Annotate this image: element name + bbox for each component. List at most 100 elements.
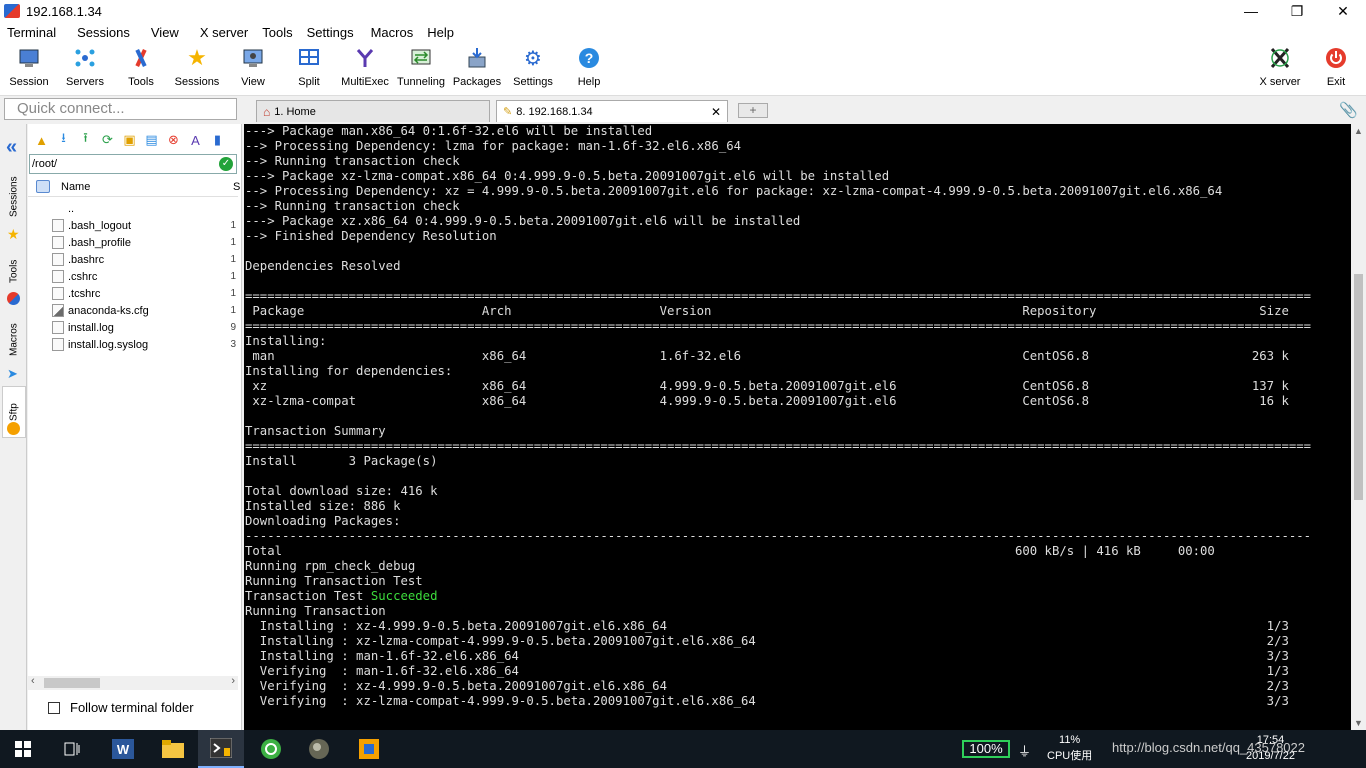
start-button[interactable] xyxy=(0,730,46,768)
folder-icon xyxy=(162,740,184,758)
download-icon[interactable]: ⭳ xyxy=(54,130,73,150)
menu-macros[interactable]: Macros xyxy=(361,25,421,40)
menu-sessions[interactable]: Sessions xyxy=(63,25,137,40)
collapse-panel-icon[interactable]: « xyxy=(6,136,17,159)
split-button[interactable]: Split xyxy=(281,46,337,88)
menu-settings[interactable]: Settings xyxy=(300,25,361,40)
multiexec-icon xyxy=(353,46,377,70)
column-size[interactable]: S xyxy=(233,181,240,193)
delete-icon[interactable]: ⊗ xyxy=(164,131,183,150)
new-folder-icon[interactable]: ▣ xyxy=(120,131,139,150)
terminal-scrollbar[interactable]: ▲ ▼ xyxy=(1351,124,1366,730)
exit-button[interactable]: Exit xyxy=(1308,46,1364,88)
quick-connect-input[interactable]: Quick connect... xyxy=(4,98,237,120)
word-icon: W xyxy=(112,739,134,759)
follow-terminal-folder[interactable]: Follow terminal folder xyxy=(48,700,194,715)
toggle-view-icon[interactable]: ▮ xyxy=(208,131,227,150)
upload-icon[interactable]: ⭱ xyxy=(76,130,95,150)
parent-folder-icon[interactable]: ▲ xyxy=(32,131,51,150)
sessions-button[interactable]: ★ Sessions xyxy=(169,45,225,88)
menu-tools[interactable]: Tools xyxy=(255,25,299,40)
list-item[interactable]: .bashrc 1 xyxy=(28,251,238,268)
side-tab-macros[interactable]: Macros xyxy=(2,318,26,362)
tunneling-button[interactable]: Tunneling xyxy=(393,46,449,88)
session-button[interactable]: Session xyxy=(1,46,57,88)
app-taskbar-item[interactable] xyxy=(346,730,392,768)
scroll-down-icon[interactable]: ▼ xyxy=(1354,718,1363,728)
browser-icon xyxy=(261,739,281,759)
xserver-button[interactable]: X server xyxy=(1252,46,1308,88)
refresh-icon[interactable]: ⟳ xyxy=(98,131,117,150)
attachment-icon[interactable]: 📎 xyxy=(1339,101,1358,119)
new-tab-button[interactable]: + xyxy=(738,103,768,118)
menu-x-server[interactable]: X server xyxy=(186,25,255,40)
session-icon xyxy=(17,46,41,70)
word-app[interactable]: W xyxy=(100,730,146,768)
sftp-path-input[interactable]: /root/ ✓ xyxy=(29,154,237,174)
task-view-button[interactable] xyxy=(50,730,94,768)
terminal-output[interactable]: ---> Package man.x86_64 0:1.6f-32.el6 wi… xyxy=(244,124,1351,730)
side-tab-tools[interactable]: Tools xyxy=(2,254,26,288)
scroll-left-icon[interactable]: ‹ xyxy=(31,675,35,687)
clock[interactable]: 17:54 2019/7/22 xyxy=(1246,732,1295,764)
list-item[interactable]: anaconda-ks.cfg 1 xyxy=(28,302,238,319)
tab-home[interactable]: ⌂ 1. Home xyxy=(256,100,490,122)
tab-ssh-session[interactable]: ✎ 8. 192.168.1.34 ✕ xyxy=(496,100,728,122)
mobaxterm-app[interactable] xyxy=(198,730,244,768)
list-item[interactable]: .. xyxy=(28,200,238,217)
horizontal-scrollbar[interactable]: ‹ › xyxy=(28,675,238,690)
split-icon xyxy=(297,46,321,70)
file-list: .. .bash_logout 1 .bash_profile 1 .bashrc 1… xyxy=(28,200,238,353)
scroll-thumb[interactable] xyxy=(44,678,100,688)
help-button[interactable]: ? Help xyxy=(561,46,617,88)
side-tabs: « Sessions ★ Tools Macros ➤ Sftp xyxy=(0,124,27,730)
servers-icon xyxy=(73,46,97,70)
session-tabs: ⌂ 1. Home ✎ 8. 192.168.1.34 ✕ + 📎 xyxy=(244,98,1366,122)
settings-button[interactable]: ⚙ Settings xyxy=(505,46,561,89)
tools-button[interactable]: Tools xyxy=(113,46,169,88)
terminal-line: xz-lzma-compat x86_64 4.999.9-0.5.beta.2… xyxy=(245,394,1289,408)
follow-terminal-checkbox[interactable] xyxy=(48,701,60,714)
tab-close-icon[interactable]: ✕ xyxy=(711,105,721,119)
column-name[interactable]: Name xyxy=(61,181,90,193)
new-file-icon[interactable]: ▤ xyxy=(142,131,161,150)
maximize-icon[interactable]: ❐ xyxy=(1274,0,1320,22)
view-icon xyxy=(241,46,265,70)
power-icon xyxy=(1324,46,1348,70)
sort-icon[interactable] xyxy=(36,180,50,193)
media-icon xyxy=(309,739,329,759)
file-explorer-app[interactable] xyxy=(150,730,196,768)
rename-icon[interactable]: A xyxy=(186,131,205,150)
view-button[interactable]: View xyxy=(225,46,281,88)
list-item[interactable]: .tcshrc 1 xyxy=(28,285,238,302)
menu-help[interactable]: Help xyxy=(420,25,461,40)
close-icon[interactable]: ✕ xyxy=(1320,0,1366,22)
packages-button[interactable]: Packages xyxy=(449,46,505,88)
menu-view[interactable]: View xyxy=(137,25,186,40)
ssh-key-icon: ✎ xyxy=(503,106,513,118)
scroll-thumb[interactable] xyxy=(1354,274,1363,500)
list-item[interactable]: install.log 9 xyxy=(28,319,238,336)
file-icon xyxy=(52,270,64,283)
terminal-line: Package Arch Version Repository Size xyxy=(245,304,1289,318)
scroll-right-icon[interactable]: › xyxy=(231,675,235,687)
path-ok-icon[interactable]: ✓ xyxy=(219,157,233,171)
media-app[interactable] xyxy=(296,730,342,768)
scroll-up-icon[interactable]: ▲ xyxy=(1354,126,1363,136)
list-item[interactable]: .bash_profile 1 xyxy=(28,234,238,251)
list-item[interactable]: install.log.syslog 3 xyxy=(28,336,238,353)
battery-indicator[interactable]: 100% xyxy=(962,740,1010,758)
terminal-line: man x86_64 1.6f-32.el6 CentOS6.8 263 k xyxy=(245,349,1289,363)
multiexec-button[interactable]: MultiExec xyxy=(337,46,393,88)
menu-terminal[interactable]: Terminal xyxy=(0,25,63,40)
servers-button[interactable]: Servers xyxy=(57,46,113,88)
minimize-icon[interactable]: — xyxy=(1228,0,1274,22)
side-tab-sessions[interactable]: Sessions xyxy=(2,172,26,222)
cpu-usage[interactable]: 11% CPU使用 xyxy=(1047,732,1092,764)
browser-app[interactable] xyxy=(248,730,294,768)
list-item[interactable]: .bash_logout 1 xyxy=(28,217,238,234)
menu-bar: Terminal Sessions View X server Tools Se… xyxy=(0,22,1366,42)
list-item[interactable]: .cshrc 1 xyxy=(28,268,238,285)
